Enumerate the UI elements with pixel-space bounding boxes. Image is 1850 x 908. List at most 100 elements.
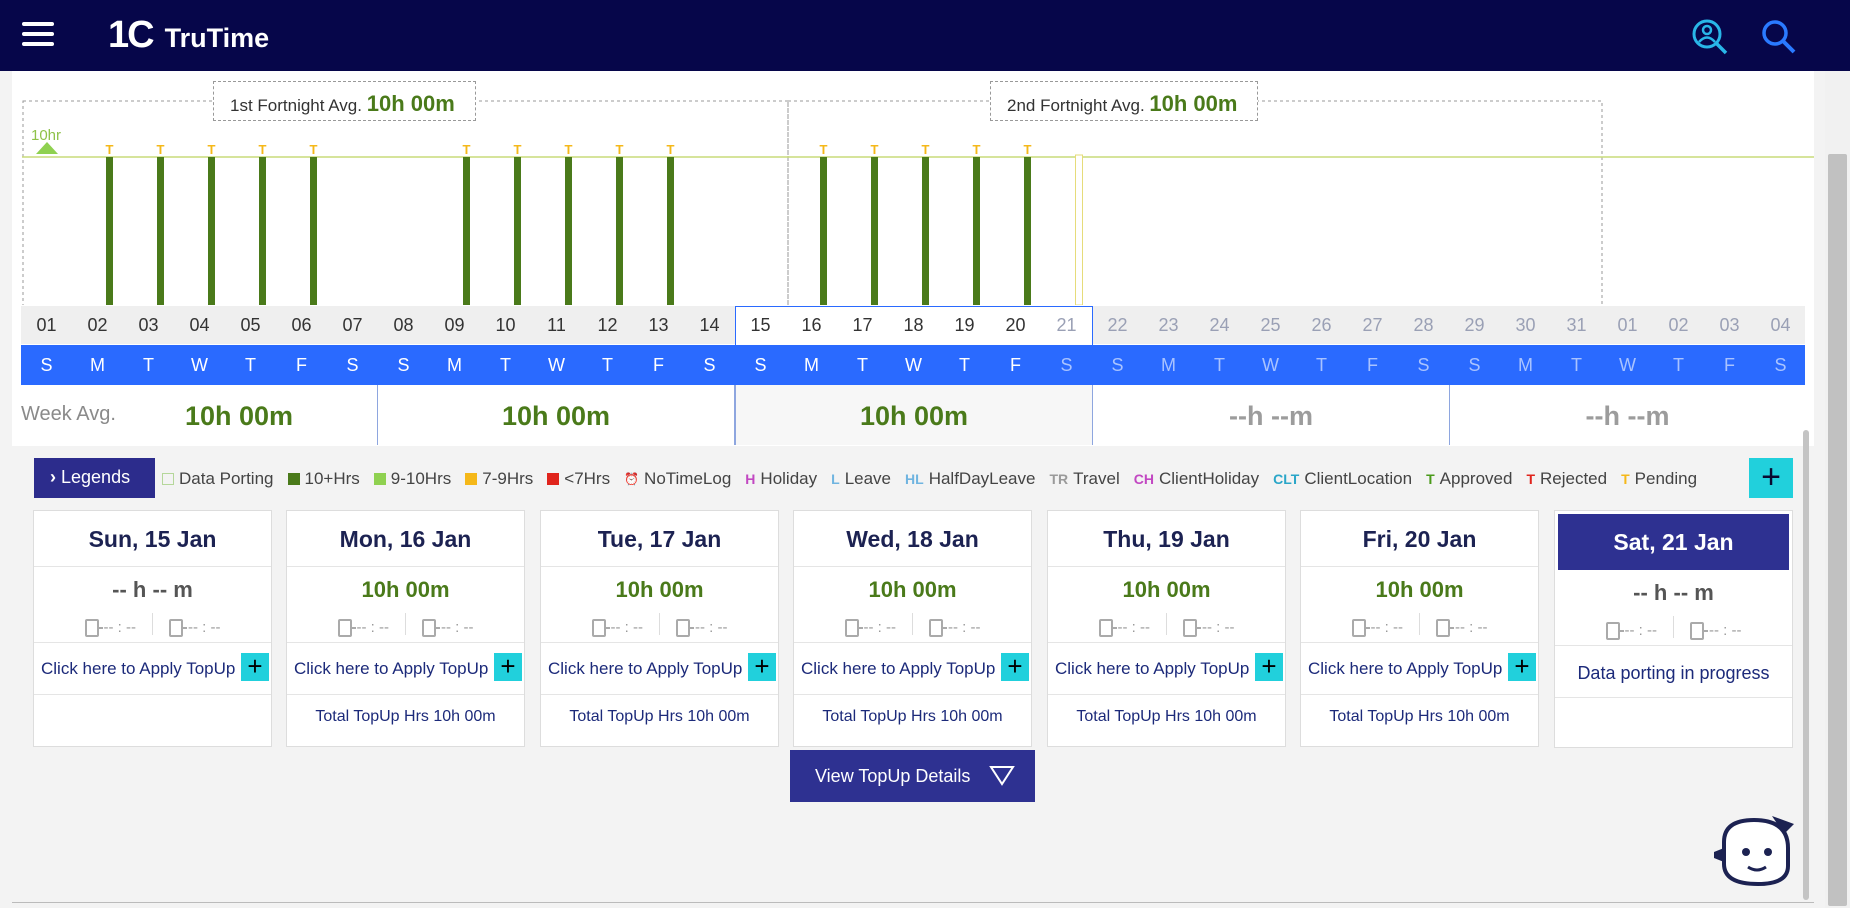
date-cell[interactable]: 22 bbox=[1092, 315, 1143, 336]
date-cell[interactable]: 17 bbox=[837, 315, 888, 336]
search-icon[interactable] bbox=[1759, 17, 1799, 57]
date-cell[interactable]: 23 bbox=[1143, 315, 1194, 336]
week-avg-5[interactable]: --h --m bbox=[1450, 385, 1805, 445]
date-cell[interactable]: 05 bbox=[225, 315, 276, 336]
weekday-cell[interactable]: M bbox=[429, 355, 480, 376]
weekday-cell[interactable]: W bbox=[888, 355, 939, 376]
weekday-cell[interactable]: M bbox=[786, 355, 837, 376]
date-cell[interactable]: 03 bbox=[1704, 315, 1755, 336]
date-cell[interactable]: 09 bbox=[429, 315, 480, 336]
weekday-cell[interactable]: M bbox=[1500, 355, 1551, 376]
add-topup-button[interactable]: + bbox=[494, 653, 522, 681]
week-avg-4[interactable]: --h --m bbox=[1093, 385, 1450, 445]
date-cell[interactable]: 01 bbox=[1602, 315, 1653, 336]
date-cell[interactable]: 11 bbox=[531, 315, 582, 336]
page-scrollbar-thumb[interactable] bbox=[1828, 154, 1847, 906]
add-topup-button[interactable]: + bbox=[1255, 653, 1283, 681]
date-cell[interactable]: 26 bbox=[1296, 315, 1347, 336]
date-cell[interactable]: 24 bbox=[1194, 315, 1245, 336]
apply-topup-link[interactable]: Click here to Apply TopUp + bbox=[794, 643, 1031, 695]
day-card[interactable]: Fri, 20 Jan 10h 00m -- : -- -- : -- Clic… bbox=[1300, 510, 1539, 747]
view-topup-details-button[interactable]: View TopUp Details bbox=[790, 750, 1035, 802]
date-cell[interactable]: 20 bbox=[990, 315, 1041, 336]
date-cell[interactable]: 16 bbox=[786, 315, 837, 336]
day-card[interactable]: Thu, 19 Jan 10h 00m -- : -- -- : -- Clic… bbox=[1047, 510, 1286, 747]
apply-topup-link[interactable]: Click here to Apply TopUp + bbox=[541, 643, 778, 695]
date-cell[interactable]: 21 bbox=[1041, 315, 1092, 336]
weekday-cell[interactable]: S bbox=[1398, 355, 1449, 376]
date-cell[interactable]: 30 bbox=[1500, 315, 1551, 336]
week-avg-1[interactable]: 10h 00m bbox=[21, 385, 378, 445]
weekday-cell[interactable]: S bbox=[1092, 355, 1143, 376]
weekday-cell[interactable]: M bbox=[1143, 355, 1194, 376]
inner-scrollbar[interactable] bbox=[1803, 430, 1809, 900]
date-cell[interactable]: 28 bbox=[1398, 315, 1449, 336]
weekday-cell[interactable]: T bbox=[1551, 355, 1602, 376]
weekday-cell[interactable]: F bbox=[1347, 355, 1398, 376]
weekday-cell[interactable]: T bbox=[1194, 355, 1245, 376]
date-cell[interactable]: 29 bbox=[1449, 315, 1500, 336]
weekday-cell[interactable]: F bbox=[990, 355, 1041, 376]
user-search-icon[interactable] bbox=[1690, 17, 1730, 57]
date-cell[interactable]: 07 bbox=[327, 315, 378, 336]
add-topup-button[interactable]: + bbox=[241, 653, 269, 681]
weekday-cell[interactable]: W bbox=[174, 355, 225, 376]
day-card[interactable]: Mon, 16 Jan 10h 00m -- : -- -- : -- Clic… bbox=[286, 510, 525, 747]
weekday-cell[interactable]: T bbox=[837, 355, 888, 376]
date-cell[interactable]: 02 bbox=[72, 315, 123, 336]
day-card[interactable]: Tue, 17 Jan 10h 00m -- : -- -- : -- Clic… bbox=[540, 510, 779, 747]
weekday-cell[interactable]: T bbox=[1653, 355, 1704, 376]
weekday-cell[interactable]: M bbox=[72, 355, 123, 376]
weekday-cell[interactable]: T bbox=[939, 355, 990, 376]
date-cell[interactable]: 18 bbox=[888, 315, 939, 336]
legends-button[interactable]: › Legends bbox=[34, 458, 155, 498]
apply-topup-link[interactable]: Click here to Apply TopUp + bbox=[287, 643, 524, 695]
weekday-cell[interactable]: S bbox=[1755, 355, 1806, 376]
date-cell[interactable]: 03 bbox=[123, 315, 174, 336]
date-cell[interactable]: 31 bbox=[1551, 315, 1602, 336]
date-cell[interactable]: 08 bbox=[378, 315, 429, 336]
add-topup-button[interactable]: + bbox=[1001, 653, 1029, 681]
weekday-cell[interactable]: T bbox=[225, 355, 276, 376]
hamburger-menu-icon[interactable] bbox=[22, 22, 54, 48]
weekday-cell[interactable]: F bbox=[633, 355, 684, 376]
date-cell[interactable]: 14 bbox=[684, 315, 735, 336]
date-cell[interactable]: 02 bbox=[1653, 315, 1704, 336]
weekday-cell[interactable]: S bbox=[735, 355, 786, 376]
day-card[interactable]: Wed, 18 Jan 10h 00m -- : -- -- : -- Clic… bbox=[793, 510, 1032, 747]
weekday-cell[interactable]: T bbox=[480, 355, 531, 376]
day-card[interactable]: Sun, 15 Jan -- h -- m -- : -- -- : -- Cl… bbox=[33, 510, 272, 747]
apply-topup-link[interactable]: Click here to Apply TopUp + bbox=[1048, 643, 1285, 695]
date-cell[interactable]: 25 bbox=[1245, 315, 1296, 336]
apply-topup-link[interactable]: Click here to Apply TopUp + bbox=[1301, 643, 1538, 695]
apply-topup-link[interactable]: Click here to Apply TopUp + bbox=[34, 643, 271, 695]
date-cell[interactable]: 06 bbox=[276, 315, 327, 336]
date-cell[interactable]: 12 bbox=[582, 315, 633, 336]
weekday-cell[interactable]: F bbox=[1704, 355, 1755, 376]
weekday-cell[interactable]: W bbox=[1245, 355, 1296, 376]
date-cell[interactable]: 19 bbox=[939, 315, 990, 336]
date-cell[interactable]: 04 bbox=[1755, 315, 1806, 336]
weekday-cell[interactable]: W bbox=[1602, 355, 1653, 376]
weekday-cell[interactable]: S bbox=[327, 355, 378, 376]
chatbot-icon[interactable] bbox=[1710, 812, 1802, 892]
date-cell[interactable]: 10 bbox=[480, 315, 531, 336]
date-cell[interactable]: 04 bbox=[174, 315, 225, 336]
date-cell[interactable]: 27 bbox=[1347, 315, 1398, 336]
add-topup-button[interactable]: + bbox=[1508, 653, 1536, 681]
week-avg-2[interactable]: 10h 00m bbox=[378, 385, 735, 445]
app-logo[interactable]: 1C TruTime bbox=[108, 14, 269, 57]
weekday-cell[interactable]: S bbox=[684, 355, 735, 376]
weekday-cell[interactable]: T bbox=[1296, 355, 1347, 376]
week-avg-3[interactable]: 10h 00m bbox=[735, 385, 1093, 445]
add-entry-button[interactable]: + bbox=[1749, 458, 1793, 498]
weekday-cell[interactable]: T bbox=[123, 355, 174, 376]
weekday-cell[interactable]: W bbox=[531, 355, 582, 376]
date-cell[interactable]: 13 bbox=[633, 315, 684, 336]
date-cell[interactable]: 01 bbox=[21, 315, 72, 336]
weekday-cell[interactable]: T bbox=[582, 355, 633, 376]
weekday-cell[interactable]: F bbox=[276, 355, 327, 376]
weekday-cell[interactable]: S bbox=[378, 355, 429, 376]
day-card[interactable]: Sat, 21 Jan -- h -- m -- : -- -- : -- Da… bbox=[1554, 510, 1793, 748]
weekday-cell[interactable]: S bbox=[1449, 355, 1500, 376]
